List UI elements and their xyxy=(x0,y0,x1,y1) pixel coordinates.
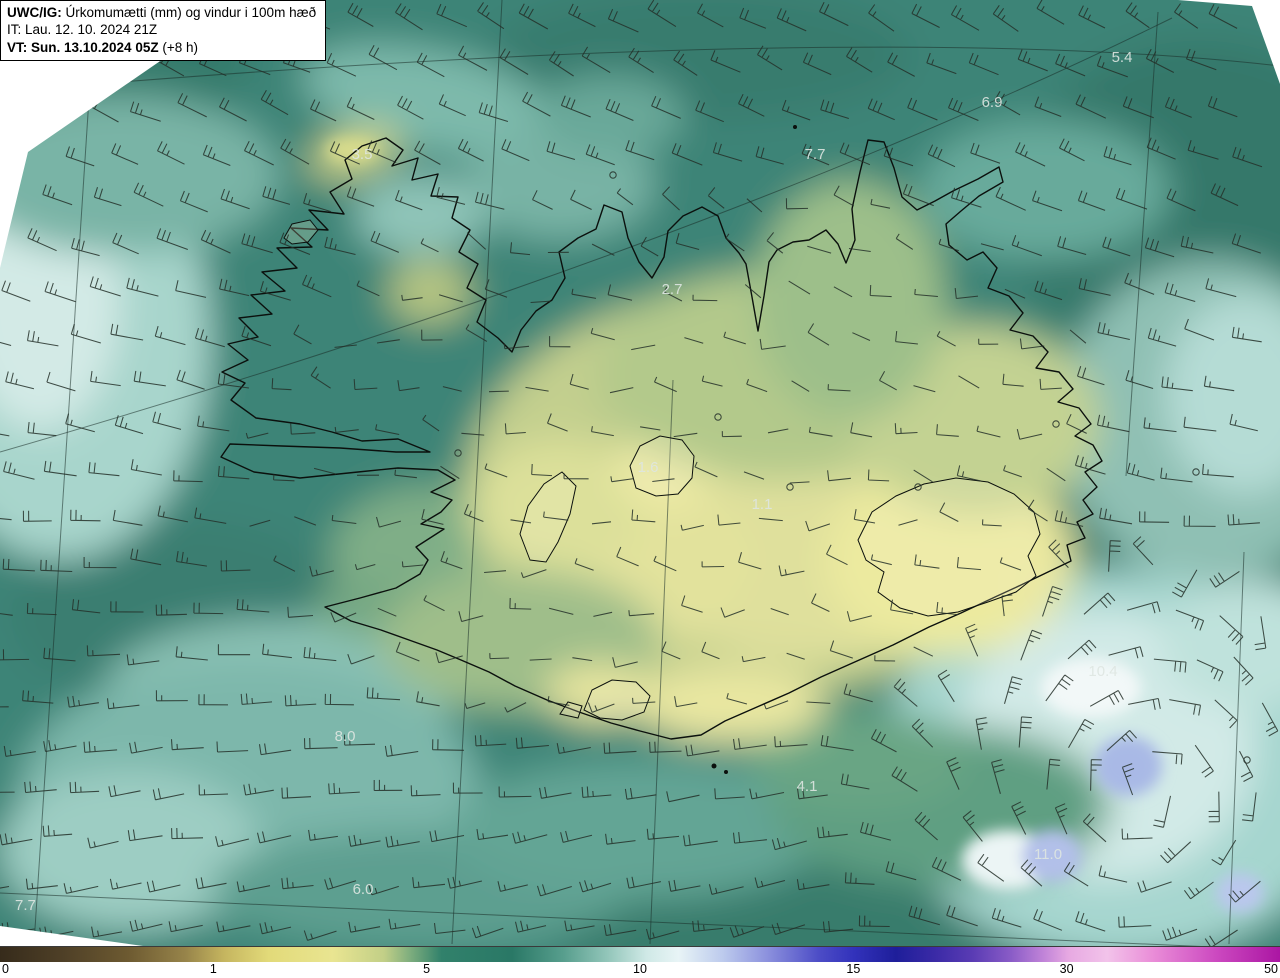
precip-label: 6.0 xyxy=(353,881,374,898)
precip-label: 7.7 xyxy=(15,897,36,914)
map-title-line: UWC/IG: Úrkomumætti (mm) og vindur i 100… xyxy=(7,4,316,21)
precip-colorbar: 0 1 5 10 15 30 50 xyxy=(0,946,1280,978)
precip-label: 10.4 xyxy=(1088,663,1117,680)
product-code: UWC/IG: xyxy=(7,5,62,20)
precip-label: 1.6 xyxy=(638,459,659,476)
colorbar-tick-label: 0 xyxy=(2,962,9,976)
island-dot xyxy=(793,125,797,129)
island-dot xyxy=(724,770,728,774)
precipitation-wind-map: 5.4 6.9 7.7 3.5 2.7 1.6 1.1 10.4 8.0 4.1 11.0 6.0 7.… xyxy=(0,0,1280,978)
valid-time-bold: VT: Sun. 13.10.2024 05Z xyxy=(7,39,159,55)
weather-map-window: 5.4 6.9 7.7 3.5 2.7 1.6 1.1 10.4 8.0 4.1 11.0 6.0 7.… xyxy=(0,0,1280,978)
colorbar-tick-label: 1 xyxy=(209,962,217,976)
colorbar-tick-label: 5 xyxy=(423,962,431,976)
island-dot xyxy=(711,763,717,769)
colorbar-tick-label: 50 xyxy=(1264,962,1278,976)
colorbar-gradient xyxy=(0,946,1280,962)
precip-label: 2.7 xyxy=(662,281,683,298)
map-title-text: Úrkomumætti (mm) og vindur i 100m hæð xyxy=(65,5,317,20)
colorbar-tick-label: 30 xyxy=(1059,962,1074,976)
precip-label: 7.7 xyxy=(805,146,826,163)
precip-label: 8.0 xyxy=(335,728,356,745)
precip-label: 11.0 xyxy=(1034,846,1062,863)
init-time-line: IT: Lau. 12. 10. 2024 21Z xyxy=(7,22,158,38)
precip-label: 6.9 xyxy=(982,94,1003,111)
precip-label: 4.1 xyxy=(797,778,818,795)
colorbar-tick-label: 15 xyxy=(846,962,861,976)
precip-label: 3.5 xyxy=(352,146,373,163)
colorbar-tick-labels: 0 1 5 10 15 30 50 xyxy=(0,962,1280,978)
colorbar-tick-label: 10 xyxy=(633,962,647,976)
precip-label: 5.4 xyxy=(1112,49,1133,66)
map-title-box: UWC/IG: Úrkomumætti (mm) og vindur i 100… xyxy=(0,0,327,61)
valid-time-line: VT: Sun. 13.10.2024 05Z (+8 h) xyxy=(7,39,316,56)
precip-label: 1.1 xyxy=(752,496,773,513)
valid-time-offset: (+8 h) xyxy=(162,39,199,55)
